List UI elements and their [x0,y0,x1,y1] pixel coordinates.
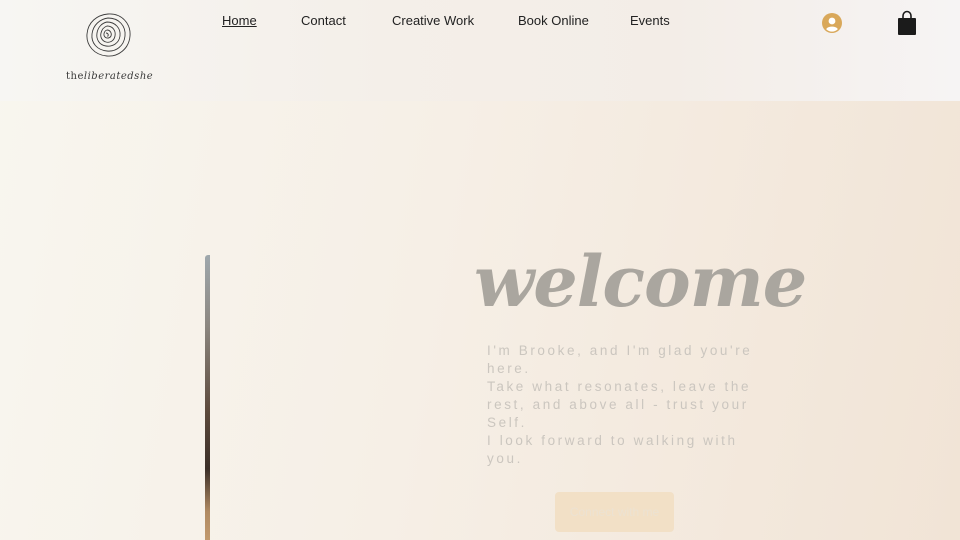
site-header: theliberatedshe Home Contact Creative Wo… [0,0,960,101]
intro-line: I look forward to walking with you. [487,433,738,466]
nav-contact[interactable]: Contact [301,13,346,28]
account-button[interactable] [822,13,842,33]
hero-heading: welcome [474,240,807,323]
connect-button[interactable]: Connect with me [555,492,674,532]
shopping-bag-icon [898,10,916,35]
hero-intro: I'm Brooke, and I'm glad you're here. Ta… [487,342,772,468]
nav-home[interactable]: Home [222,13,257,28]
account-avatar-icon [822,13,842,33]
brand-prefix: the [66,71,84,82]
intro-line: Take what resonates, leave the rest, and… [487,379,752,430]
brand-name: liberatedshe [83,71,154,82]
rose-spiral-icon [86,13,131,57]
nav-creative-work[interactable]: Creative Work [392,13,474,28]
hero-photo [205,255,210,540]
intro-line: I'm Brooke, and I'm glad you're here. [487,343,753,376]
nav-book-online[interactable]: Book Online [518,13,589,28]
connect-button-label: Connect with me [569,505,660,519]
site-logo[interactable]: theliberatedshe [66,10,153,82]
brand-wordmark: theliberatedshe [66,71,154,82]
cart-button[interactable] [897,10,917,36]
nav-events[interactable]: Events [630,13,670,28]
